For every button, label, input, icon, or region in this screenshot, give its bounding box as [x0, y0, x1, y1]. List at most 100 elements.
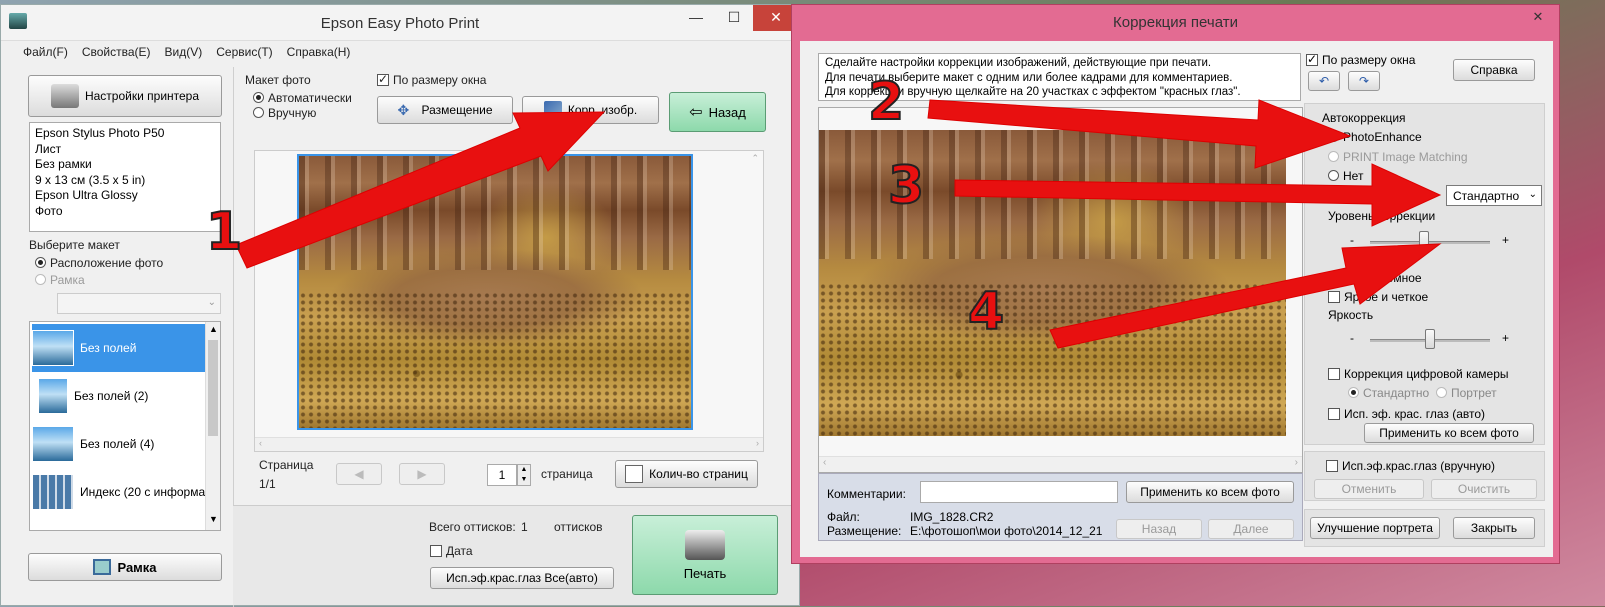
close-button[interactable]: Закрыть [1453, 517, 1535, 539]
annotation-number-1: 1 [205, 201, 243, 263]
menu-view[interactable]: Вид(V) [165, 45, 203, 59]
preview-scrollbar-h[interactable]: ‹ › [255, 437, 763, 451]
photo-layout-manual[interactable]: Вручную [253, 106, 316, 120]
close-icon[interactable]: ✕ [1527, 9, 1549, 29]
prev-page-button[interactable]: ◀ [336, 463, 382, 485]
layout-option-photo[interactable]: Расположение фото [35, 256, 163, 270]
epson-easy-photo-print-window: Epson Easy Photo Print — ☐ ✕ Файл(F) Сво… [0, 4, 800, 607]
option-photoenhance[interactable]: PhotoEnhance [1328, 130, 1422, 144]
printer-settings-button[interactable]: Настройки принтера [28, 75, 222, 117]
chevron-down-icon: ⌄ [207, 297, 216, 308]
menu-properties[interactable]: Свойства(E) [82, 45, 151, 59]
printer-icon [50, 84, 79, 108]
chevron-left-icon[interactable]: ‹ [823, 457, 826, 468]
layout-list-scrollbar[interactable]: ▲ ▼ [205, 322, 220, 530]
choose-layout-label: Выберите макет [29, 238, 120, 252]
menu-help[interactable]: Справка(H) [287, 45, 351, 59]
placement-button[interactable]: ✥ Размещение [377, 96, 513, 124]
next-page-button[interactable]: ▶ [399, 463, 445, 485]
layout-option-frame[interactable]: Рамка [35, 273, 85, 287]
fit-window-checkbox[interactable]: По размеру окна [377, 72, 486, 87]
titlebar: Коррекция печати ✕ [792, 5, 1559, 39]
cancel-button[interactable]: Отменить [1314, 479, 1424, 499]
redeye-auto-checkbox[interactable]: Исп. эф. крас. глаз (авто) [1328, 407, 1485, 421]
list-item[interactable]: Без полей [32, 324, 206, 372]
photo-preview[interactable] [297, 154, 693, 430]
list-item[interactable]: Без полей (4) [32, 420, 206, 468]
chevron-up-icon[interactable]: ⌃ [751, 153, 759, 164]
date-checkbox[interactable]: Дата [430, 544, 473, 558]
total-prints-label: Всего оттисков: [429, 520, 516, 534]
camera-option-portrait[interactable]: Портрет [1436, 386, 1497, 400]
page-count-input[interactable]: 1 [487, 464, 517, 486]
chevron-up-icon[interactable]: ▲ [209, 324, 218, 334]
clear-button[interactable]: Очистить [1431, 479, 1537, 499]
chevron-right-icon[interactable]: › [756, 438, 759, 448]
option-none[interactable]: Нет [1328, 169, 1363, 183]
menu-bar: Файл(F) Свойства(E) Вид(V) Сервис(T) Спр… [23, 45, 350, 59]
rotate-right-button[interactable]: ↷ [1348, 71, 1380, 91]
menu-service[interactable]: Сервис(T) [216, 45, 272, 59]
maximize-icon[interactable]: ☐ [715, 5, 753, 31]
apply-all-button[interactable]: Применить ко всем фото [1364, 423, 1534, 443]
option-print-image-matching[interactable]: PRINT Image Matching [1328, 150, 1468, 164]
frame-select[interactable]: ⌄ [57, 293, 221, 314]
chevron-down-icon[interactable]: ▼ [209, 514, 218, 524]
back-button[interactable]: ⇦ Назад [669, 92, 766, 132]
vivid-checkbox[interactable]: Яркое и четкое [1328, 290, 1428, 304]
chevron-right-icon[interactable]: › [1295, 457, 1298, 468]
window-title: Коррекция печати [1113, 14, 1238, 31]
redeye-manual-checkbox[interactable]: Исп.эф.крас.глаз (вручную) [1326, 459, 1495, 473]
correct-image-button[interactable]: Корр. изобр. [522, 96, 659, 124]
preview-scrollbar-h[interactable]: ‹ › [819, 456, 1302, 472]
annotation-number-4: 4 [967, 281, 1005, 343]
thumbnail-icon [32, 474, 74, 510]
file-value: IMG_1828.CR2 [910, 510, 994, 524]
printer-icon [685, 529, 725, 560]
slider-minus: - [1350, 233, 1354, 247]
help-button[interactable]: Справка [1453, 59, 1535, 81]
menu-file[interactable]: Файл(F) [23, 45, 68, 59]
page-count-spinner[interactable]: ▲ ▼ [517, 464, 531, 486]
page-label: Страница [259, 458, 314, 472]
frame-button[interactable]: Рамка [28, 553, 222, 581]
rotate-right-icon: ↷ [1358, 74, 1370, 88]
move-icon: ✥ [397, 102, 410, 118]
chevron-left-icon[interactable]: ‹ [259, 438, 262, 448]
brightness-minus: - [1350, 331, 1354, 345]
print-button[interactable]: Печать [632, 515, 778, 595]
list-item[interactable]: Индекс (20 с информа [32, 468, 206, 516]
pages-icon [625, 465, 644, 483]
image-correction-icon [543, 101, 562, 119]
photo-layout-auto[interactable]: Автоматически [253, 91, 352, 105]
back-button[interactable]: Назад [1116, 519, 1202, 539]
scene-select[interactable]: Стандартно ⌄ [1446, 185, 1542, 206]
page-count-button[interactable]: Колич-во страниц [615, 460, 758, 488]
camera-option-standard[interactable]: Стандартно [1348, 386, 1429, 400]
file-label: Файл: [827, 510, 860, 524]
prints-word: оттисков [554, 520, 603, 534]
printer-info: Epson Stylus Photo P50 Лист Без рамки 9 … [29, 122, 221, 232]
next-button[interactable]: Далее [1208, 519, 1294, 539]
fit-window-checkbox[interactable]: По размеру окна [1306, 52, 1415, 67]
rotate-left-button[interactable]: ↶ [1308, 71, 1340, 91]
portrait-improvement-button[interactable]: Улучшение портрета [1310, 517, 1440, 539]
brightness-label: Яркость [1328, 308, 1374, 322]
photo-preview-area[interactable]: ⌃ ‹ › [254, 150, 764, 452]
monochrome-checkbox[interactable]: Монохромное [1328, 271, 1422, 285]
camera-correction-checkbox[interactable]: Коррекция цифровой камеры [1328, 367, 1509, 381]
redeye-all-button[interactable]: Исп.эф.крас.глаз Все(авто) [430, 567, 614, 589]
brightness-slider[interactable] [1425, 329, 1435, 349]
correction-level-slider[interactable] [1419, 231, 1429, 251]
correction-level-track[interactable] [1370, 241, 1490, 244]
comments-label: Комментарии: [827, 487, 906, 501]
autocorrection-label: Автокоррекция [1322, 111, 1406, 125]
correction-client: Сделайте настройки коррекции изображений… [800, 41, 1553, 557]
minimize-icon[interactable]: — [677, 5, 715, 31]
location-label: Размещение: [827, 524, 902, 538]
comment-input[interactable] [920, 481, 1118, 503]
total-prints-value: 1 [521, 520, 528, 534]
comment-apply-all-button[interactable]: Применить ко всем фото [1126, 481, 1294, 503]
annotation-number-2: 2 [867, 71, 905, 133]
list-item[interactable]: Без полей (2) [32, 372, 206, 420]
